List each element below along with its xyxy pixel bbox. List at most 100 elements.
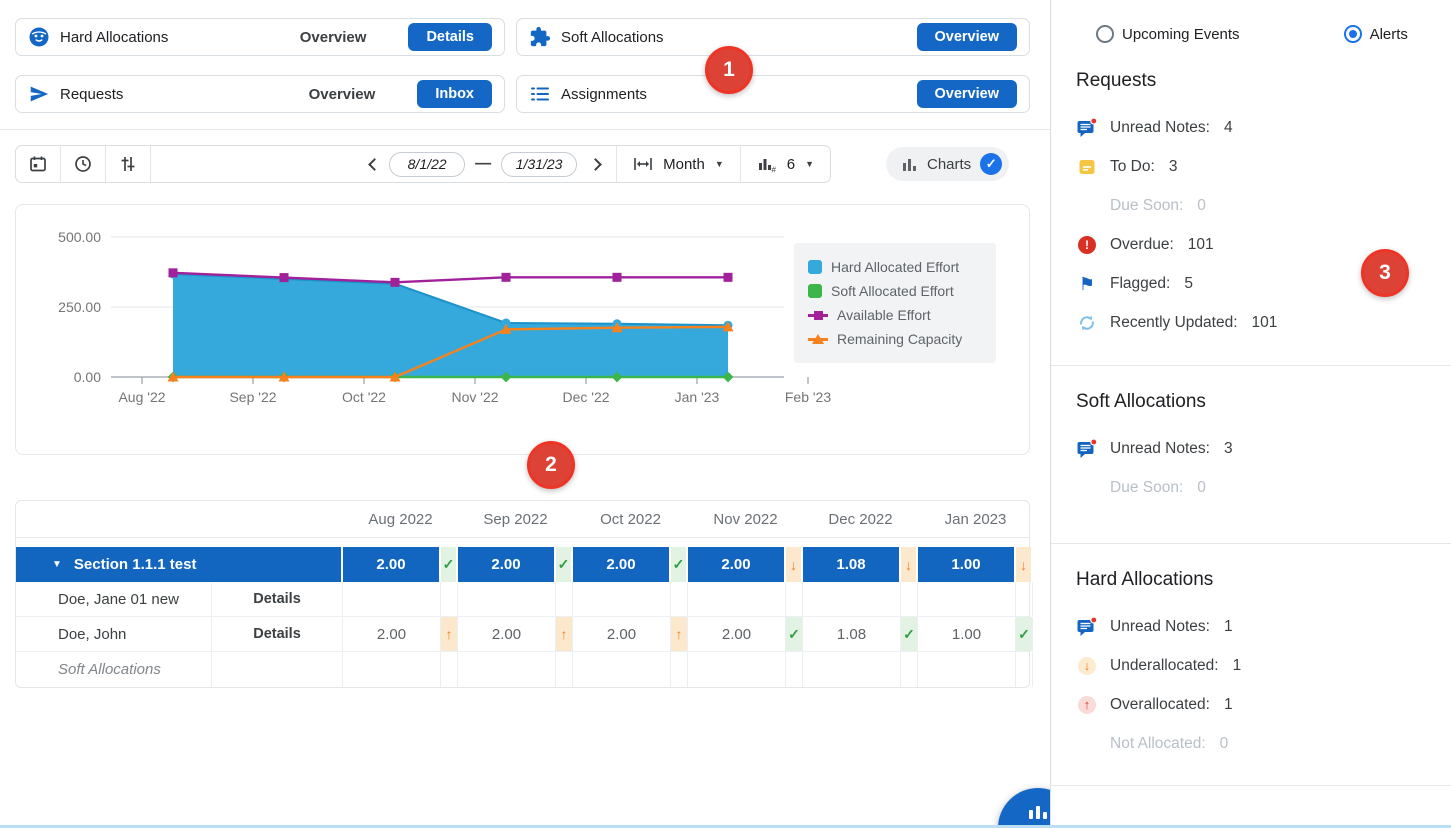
alert-value: 0: [1220, 735, 1229, 753]
grid-column-header: Aug 2022: [343, 511, 458, 528]
row-name: Soft Allocations: [16, 652, 212, 687]
legend-label: Available Effort: [837, 307, 931, 323]
card-title: Assignments: [561, 86, 647, 103]
charts-toggle[interactable]: Charts ✓: [886, 147, 1009, 181]
grid-person-row: Doe, Jane 01 new Details: [16, 582, 1029, 617]
allocation-grid: Aug 2022Sep 2022Oct 2022Nov 2022Dec 2022…: [15, 500, 1030, 688]
svg-text:#: #: [771, 166, 776, 174]
grid-value-cell: 1.00: [918, 617, 1016, 651]
alert-item[interactable]: Due Soon: 0: [1076, 186, 1441, 225]
effort-chart-panel: 500.00250.000.00Aug '22Sep '22Oct '22Nov…: [15, 204, 1030, 455]
grid-value-cell: 2.00: [458, 617, 556, 651]
grid-person-row: Doe, John Details 2.00 ↑2.00 ↑2.00 ↑2.00…: [16, 617, 1029, 652]
grid-status-cell: [556, 582, 573, 616]
resource-dashboard-page: Hard Allocations Overview Details Soft A…: [0, 0, 1451, 828]
status-check-icon: ✓: [671, 547, 688, 582]
list-icon: [529, 83, 551, 105]
status-up-icon: ↑: [671, 617, 688, 651]
details-link[interactable]: Details: [212, 582, 343, 616]
over-icon: ↑: [1078, 696, 1096, 714]
legend-swatch: [808, 260, 822, 274]
alert-value: 1: [1233, 657, 1242, 675]
svg-text:0.00: 0.00: [74, 369, 101, 385]
grid-value-cell: 2.00: [573, 617, 671, 651]
grid-column-header: Dec 2022: [803, 511, 918, 528]
filter-settings-button[interactable]: [106, 146, 150, 182]
section-expander[interactable]: ▼ Section 1.1.1 test: [16, 547, 343, 582]
radio-alerts[interactable]: Alerts: [1344, 25, 1408, 43]
start-date-input[interactable]: [389, 152, 465, 177]
card-hard-allocations-button[interactable]: Details: [408, 23, 492, 51]
card-assignments-button[interactable]: Overview: [917, 80, 1018, 108]
alert-label: Recently Updated:: [1110, 314, 1238, 332]
alert-item[interactable]: Recently Updated: 101: [1076, 303, 1441, 342]
radio-icon: [1096, 25, 1114, 43]
chart-toolbar: — Month ▼ #: [15, 145, 831, 183]
alert-item[interactable]: ↓ Underallocated: 1: [1076, 646, 1441, 685]
annotation-marker-3: 3: [1361, 249, 1409, 297]
alert-item[interactable]: To Do: 3: [1076, 147, 1441, 186]
card-overview-link[interactable]: Overview: [309, 86, 376, 103]
interval-dropdown[interactable]: Month ▼: [617, 146, 740, 182]
card-requests-button[interactable]: Inbox: [417, 80, 492, 108]
annotation-marker-1: 1: [705, 46, 753, 94]
radio-icon: [1344, 25, 1362, 43]
alert-label: Underallocated:: [1110, 657, 1219, 675]
status-up-icon: ↑: [441, 617, 458, 651]
time-button[interactable]: [61, 146, 105, 182]
details-link[interactable]: Details: [212, 617, 343, 651]
grid-status-cell: [901, 652, 918, 687]
alert-value: 0: [1197, 479, 1206, 497]
grid-column-header: Oct 2022: [573, 511, 688, 528]
status-check-icon: ✓: [901, 617, 918, 651]
grid-value-cell: 2.00: [343, 617, 441, 651]
next-period-chevron[interactable]: [589, 158, 602, 171]
flag-icon: ⚑: [1079, 275, 1095, 293]
alert-item[interactable]: Unread Notes: 3: [1076, 429, 1441, 468]
alert-value: 1: [1224, 618, 1233, 636]
period-count-value: 6: [787, 156, 795, 173]
grid-value-cell: [918, 582, 1016, 616]
alert-item[interactable]: ↑ Overallocated: 1: [1076, 685, 1441, 724]
legend-label: Soft Allocated Effort: [831, 283, 954, 299]
chevron-down-icon: ▼: [805, 159, 814, 169]
grid-status-cell: [556, 652, 573, 687]
svg-text:Dec '22: Dec '22: [562, 389, 609, 405]
period-count-dropdown[interactable]: # 6 ▼: [741, 146, 830, 182]
grid-status-cell: [1016, 652, 1033, 687]
card-overview-link[interactable]: Overview: [300, 29, 367, 46]
card-title: Soft Allocations: [561, 29, 664, 46]
prev-period-chevron[interactable]: [368, 158, 381, 171]
alert-item[interactable]: Due Soon: 0: [1076, 468, 1441, 507]
radio-upcoming-events[interactable]: Upcoming Events: [1096, 25, 1240, 43]
notes-icon: [1076, 117, 1098, 139]
sidebar-section-soft-allocations: Soft Allocations Unread Notes: 3 Due Soo…: [1076, 387, 1441, 507]
alert-value: 101: [1188, 236, 1214, 254]
grid-value-cell: 1.08: [803, 547, 901, 582]
grid-status-cell: [441, 582, 458, 616]
interval-value: Month: [663, 156, 705, 173]
alert-value: 3: [1169, 158, 1178, 176]
end-date-input[interactable]: [501, 152, 577, 177]
alert-item[interactable]: Unread Notes: 1: [1076, 607, 1441, 646]
bar-count-icon: #: [757, 155, 777, 173]
alert-value: 1: [1224, 696, 1233, 714]
status-down-icon: ↓: [901, 547, 918, 582]
grid-value-cell: [343, 582, 441, 616]
card-soft-allocations: Soft Allocations Overview: [516, 18, 1030, 56]
grid-value-cell: [803, 582, 901, 616]
status-up-icon: ↑: [556, 617, 573, 651]
alert-item[interactable]: Not Allocated: 0: [1076, 724, 1441, 763]
overdue-icon: !: [1078, 236, 1096, 254]
alert-item[interactable]: Unread Notes: 4: [1076, 108, 1441, 147]
grid-value-cell: 2.00: [688, 547, 786, 582]
alert-value: 101: [1252, 314, 1278, 332]
charts-toggle-label: Charts: [927, 156, 971, 173]
calendar-button[interactable]: [16, 146, 60, 182]
legend-item: Remaining Capacity: [808, 327, 982, 351]
row-name: Doe, Jane 01 new: [16, 582, 212, 616]
grid-value-cell: 2.00: [573, 547, 671, 582]
card-soft-allocations-button[interactable]: Overview: [917, 23, 1018, 51]
annotation-marker-2: 2: [527, 441, 575, 489]
radio-label: Upcoming Events: [1122, 26, 1240, 43]
